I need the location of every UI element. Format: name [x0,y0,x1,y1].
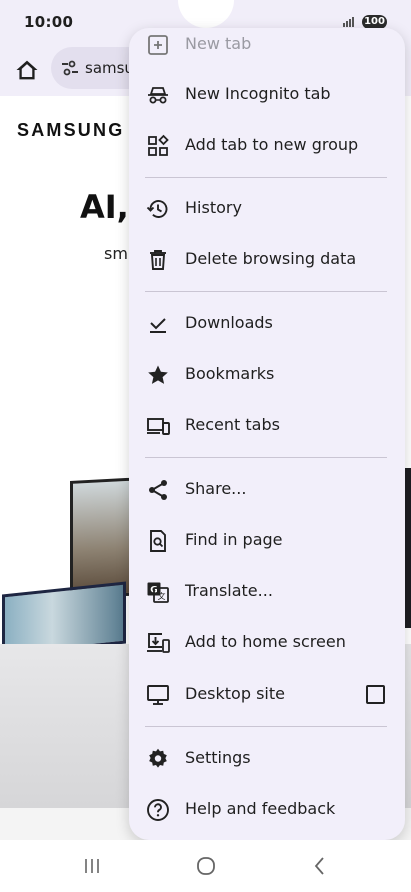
menu-item-translate[interactable]: G文 Translate... [129,567,405,615]
menu-item-share[interactable]: Share... [129,465,405,513]
menu-item-history[interactable]: History [129,184,405,232]
menu-item-recent-tabs[interactable]: Recent tabs [129,401,405,449]
menu-item-find-in-page[interactable]: Find in page [129,516,405,564]
menu-item-label: Bookmarks [185,364,275,383]
menu-item-label: Translate... [185,581,273,600]
recent-apps-button[interactable] [80,854,104,878]
menu-item-delete-browsing-data[interactable]: Delete browsing data [129,235,405,283]
desktop-icon [146,683,170,707]
home-button[interactable] [13,56,41,84]
status-time: 10:00 [24,13,74,31]
menu-item-label: New tab [185,34,252,53]
system-navigation-bar [0,840,411,892]
hero-title: AI, [80,188,129,226]
menu-item-downloads[interactable]: Downloads [129,299,405,347]
hero-subtitle: sm [104,244,128,263]
page-info-icon[interactable] [60,58,80,78]
menu-item-label: Find in page [185,530,283,549]
translate-icon: G文 [146,580,170,604]
menu-item-bookmarks[interactable]: Bookmarks [129,350,405,398]
menu-item-desktop-site[interactable]: Desktop site [129,670,405,718]
devices-icon [146,414,170,438]
share-icon [146,478,170,502]
home-nav-button[interactable] [194,854,218,878]
gear-icon [146,747,170,771]
samsung-logo: SAMSUNG [17,120,125,140]
camera-notch [178,0,234,28]
menu-divider [145,457,387,458]
signal-icon [343,17,354,27]
menu-item-label: Delete browsing data [185,249,357,268]
home-icon [16,60,38,80]
history-icon [146,197,170,221]
star-icon [146,363,170,387]
menu-item-settings[interactable]: Settings [129,734,405,782]
find-in-page-icon [146,529,170,553]
download-icon [146,312,170,336]
add-to-home-screen-icon [146,631,170,655]
new-tab-icon [146,33,170,57]
menu-item-add-to-home-screen[interactable]: Add to home screen [129,618,405,666]
overflow-menu: New tab New Incognito tab Add tab to new… [129,28,405,840]
menu-item-label: Recent tabs [185,415,280,434]
menu-item-label: Downloads [185,313,273,332]
battery-icon: 100 [362,15,387,29]
menu-item-label: Desktop site [185,684,285,703]
menu-item-label: Add tab to new group [185,135,359,154]
menu-item-add-tab-to-group[interactable]: Add tab to new group [129,121,405,169]
menu-item-label: Settings [185,748,251,767]
menu-item-label: History [185,198,242,217]
menu-divider [145,177,387,178]
tab-group-icon [146,134,170,158]
back-button[interactable] [308,854,332,878]
menu-divider [145,291,387,292]
incognito-icon [146,83,170,107]
trash-icon [146,248,170,272]
menu-item-label: New Incognito tab [185,84,331,103]
menu-item-label: Add to home screen [185,632,346,651]
menu-item-new-tab[interactable]: New tab [129,28,405,68]
menu-divider [145,726,387,727]
desktop-site-checkbox[interactable] [366,685,385,704]
menu-item-help-and-feedback[interactable]: Help and feedback [129,785,405,833]
menu-item-new-incognito-tab[interactable]: New Incognito tab [129,70,405,118]
menu-item-label: Share... [185,479,247,498]
menu-item-label: Help and feedback [185,799,336,818]
help-icon [146,798,170,822]
svg-text:文: 文 [158,591,166,601]
